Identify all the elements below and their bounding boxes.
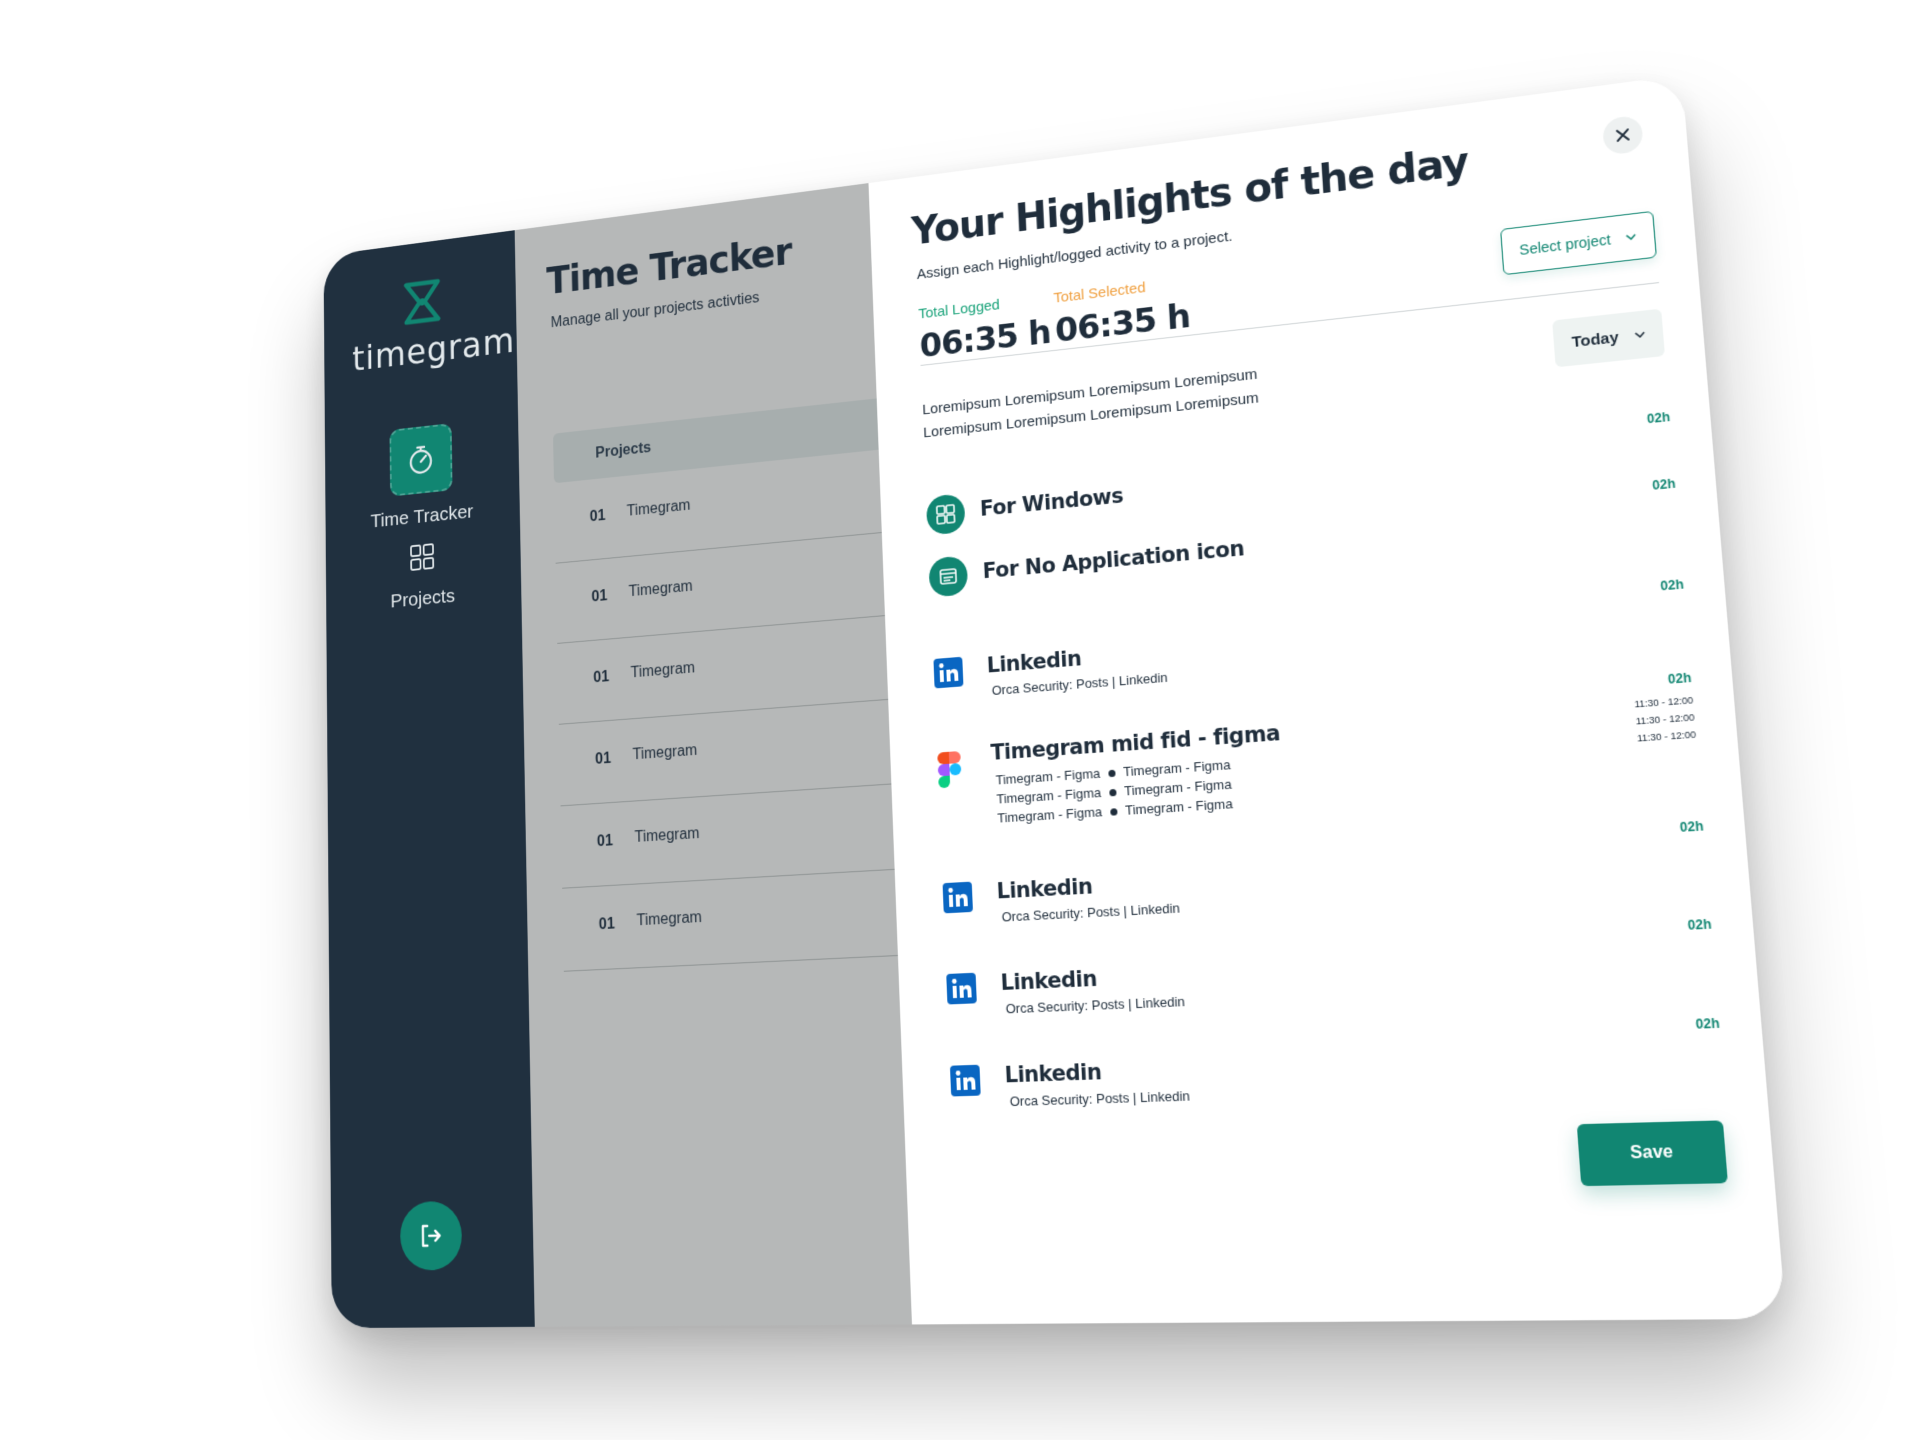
activity-duration: 02h <box>1695 1015 1721 1033</box>
activity-duration: 02h <box>1667 670 1692 687</box>
table-row[interactable]: 01 Timegram <box>562 868 898 972</box>
chevron-down-icon <box>1626 233 1637 240</box>
activity-name: Linkedin <box>1000 966 1098 996</box>
bullet <box>1109 808 1118 816</box>
activity-detail: Orca Security: Posts | Linkedin <box>1001 900 1181 925</box>
select-project-label: Select project <box>1518 231 1612 259</box>
bullet <box>1107 769 1116 778</box>
sidebar: timegram Time Tracker Projects <box>323 230 535 1329</box>
save-button[interactable]: Save <box>1576 1120 1728 1187</box>
brand-name: timegram <box>352 319 516 379</box>
time-tracker-page: Time Tracker Manage all your projects ac… <box>514 183 912 1327</box>
row-number: 01 <box>591 587 608 606</box>
row-number: 01 <box>594 750 612 768</box>
row-name: Timegram <box>634 825 700 846</box>
linkedin-icon <box>949 1064 982 1098</box>
total-logged: Total Logged 06:35 h <box>918 291 1051 366</box>
activity-duration: 02h <box>1646 409 1671 427</box>
stage: timegram Time Tracker Projects Time Trac… <box>0 0 1920 1440</box>
close-button[interactable] <box>1601 114 1644 156</box>
activity-name: For No Application icon <box>982 536 1245 584</box>
activity-item[interactable]: Linkedin Orca Security: Posts | Linkedin… <box>948 1016 1725 1122</box>
activity-detail: Orca Security: Posts | Linkedin <box>1005 993 1186 1017</box>
activity-item[interactable]: Linkedin Orca Security: Posts | Linkedin… <box>945 917 1718 1030</box>
bullet <box>1108 788 1117 797</box>
row-number: 01 <box>596 832 614 851</box>
row-name: Timegram <box>632 742 698 764</box>
activity-item[interactable]: Linkedin Orca Security: Posts | Linkedin… <box>941 819 1710 939</box>
subitem: Timegram - Figma <box>1124 795 1234 818</box>
brand-logo: timegram <box>352 269 516 379</box>
highlights-panel: Your Highlights of the day Assign each H… <box>868 74 1787 1325</box>
logout-icon <box>417 1220 446 1252</box>
sidebar-item-projects[interactable]: Projects <box>326 529 522 619</box>
activity-duration: 02h <box>1651 476 1677 493</box>
linkedin-icon <box>945 972 978 1006</box>
activity-subitems: Timegram - Figma Timegram - Figma Timegra… <box>995 755 1233 828</box>
activity-duration: 02h <box>1679 818 1705 836</box>
subitem: Timegram - Figma <box>997 804 1103 826</box>
hourglass-logo-icon <box>399 275 445 329</box>
stopwatch-icon <box>389 423 453 497</box>
description: Loremipsum Loremipsum Loremipsum Loremip… <box>922 363 1260 445</box>
activity-duration: 02h <box>1659 576 1685 594</box>
time-ranges: 11:30 - 12:00 11:30 - 12:00 11:30 - 12:0… <box>1634 692 1697 747</box>
sidebar-item-label: Projects <box>390 585 456 613</box>
figma-icon <box>936 749 963 790</box>
date-filter-label: Today <box>1571 328 1620 351</box>
time-range: 11:30 - 12:00 <box>1636 729 1697 744</box>
column-header-projects: Projects <box>595 439 652 462</box>
sidebar-item-time-tracker[interactable]: Time Tracker <box>325 416 520 538</box>
close-icon <box>1615 127 1631 143</box>
app-window: timegram Time Tracker Projects Time Trac… <box>323 74 1787 1329</box>
activity-duration: 02h <box>1687 916 1713 934</box>
date-filter-dropdown[interactable]: Today <box>1552 308 1665 368</box>
windows-icon <box>925 493 966 536</box>
logout-button[interactable] <box>399 1200 463 1271</box>
row-name: Timegram <box>628 578 693 601</box>
total-selected: Total Selected 06:35 h <box>1053 274 1191 350</box>
row-name: Timegram <box>636 909 703 930</box>
linkedin-icon <box>932 656 964 690</box>
grid-icon <box>392 536 452 578</box>
linkedin-icon <box>942 881 974 915</box>
activity-name: Linkedin <box>1004 1059 1102 1088</box>
row-name: Timegram <box>630 659 696 682</box>
row-number: 01 <box>589 507 606 526</box>
activity-detail: Orca Security: Posts | Linkedin <box>1009 1087 1191 1110</box>
app-window-icon <box>928 555 969 598</box>
row-name: Timegram <box>626 497 691 520</box>
chevron-down-icon <box>1634 331 1645 338</box>
activity-name: Timegram mid fid - figma <box>990 720 1281 765</box>
row-number: 01 <box>593 668 610 687</box>
activity-name: For Windows <box>979 483 1124 521</box>
row-number: 01 <box>598 915 615 934</box>
activity-name: Linkedin <box>986 646 1082 678</box>
activity-name: Linkedin <box>996 874 1093 904</box>
select-project-dropdown[interactable]: Select project <box>1500 210 1657 276</box>
